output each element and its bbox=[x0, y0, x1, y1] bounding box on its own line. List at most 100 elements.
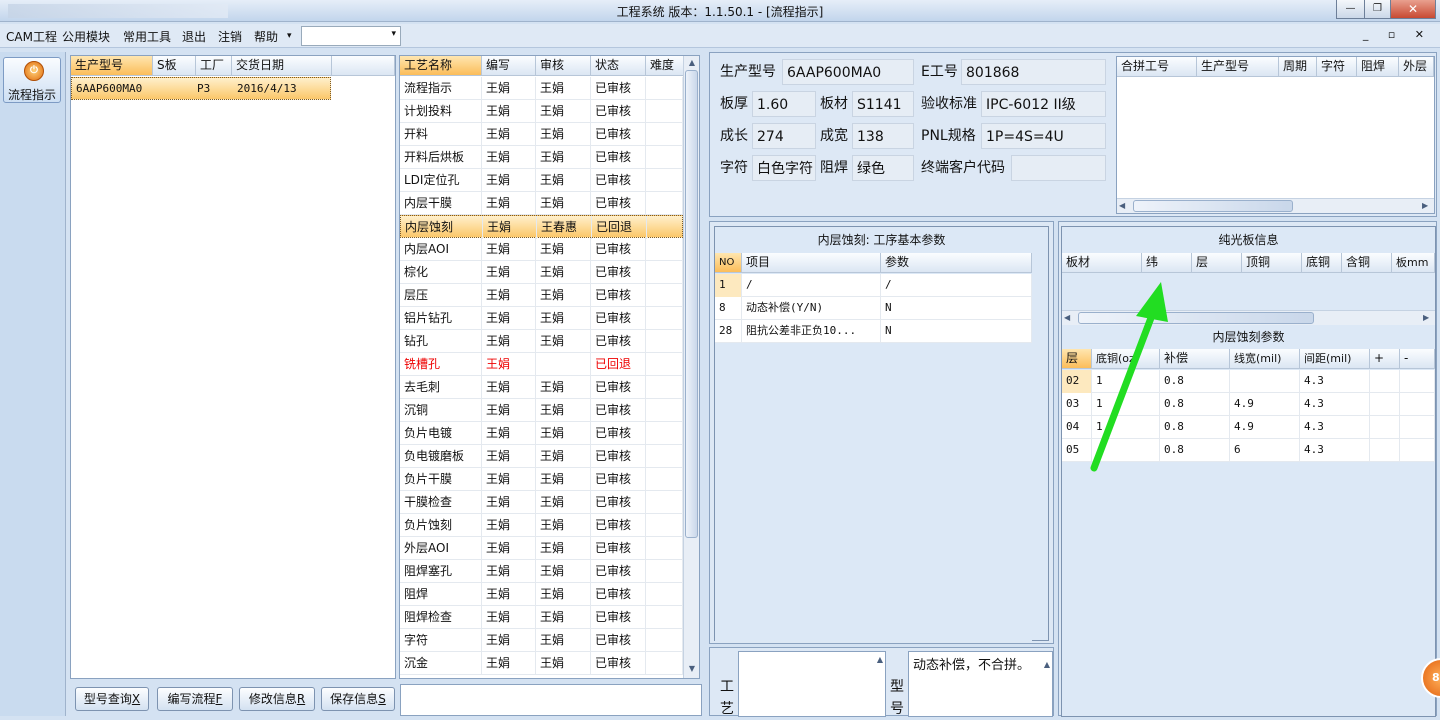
header-model[interactable]: 生产型号 bbox=[71, 56, 153, 76]
table-row[interactable]: 开料后烘板 王娟 王娟 已审核 bbox=[400, 146, 683, 169]
header-difficulty[interactable]: 难度 bbox=[646, 56, 684, 76]
nav-flow-button[interactable]: ⏻ 流程指示 bbox=[3, 57, 61, 103]
header-item[interactable]: 项目 bbox=[742, 253, 881, 273]
minimize-button[interactable]: — bbox=[1336, 0, 1365, 19]
header-layer[interactable]: 层 bbox=[1192, 253, 1242, 273]
header-no[interactable]: NO bbox=[715, 253, 742, 273]
header-etch-minus[interactable]: - bbox=[1400, 349, 1435, 369]
query-model-button[interactable]: 型号查询X bbox=[75, 687, 149, 711]
modify-info-button[interactable]: 修改信息R bbox=[239, 687, 315, 711]
table-row[interactable]: 6AAP600MA0 P3 2016/4/13 bbox=[71, 77, 331, 100]
field-model[interactable]: 6AAP600MA0 bbox=[782, 59, 914, 85]
edit-flow-button[interactable]: 编写流程F bbox=[157, 687, 233, 711]
table-row[interactable]: 字符 王娟 王娟 已审核 bbox=[400, 629, 683, 652]
header-date[interactable]: 交货日期 bbox=[232, 56, 332, 76]
header-reviewer[interactable]: 审核 bbox=[536, 56, 591, 76]
field-character[interactable]: 白色字符 bbox=[752, 155, 816, 181]
header-combine-outer[interactable]: 外层 bbox=[1399, 57, 1434, 77]
table-row[interactable]: 流程指示 王娟 王娟 已审核 bbox=[400, 77, 683, 100]
field-thickness[interactable]: 1.60 bbox=[752, 91, 816, 117]
table-row[interactable]: 内层AOI 王娟 王娟 已审核 bbox=[400, 238, 683, 261]
table-row[interactable]: 内层干膜 王娟 王娟 已审核 bbox=[400, 192, 683, 215]
header-s-board[interactable]: S板 bbox=[153, 56, 196, 76]
header-combine-no[interactable]: 合拼工号 bbox=[1117, 57, 1197, 77]
save-info-button[interactable]: 保存信息S bbox=[321, 687, 395, 711]
scroll-up-icon[interactable]: ▲ bbox=[877, 655, 883, 664]
scroll-down-icon[interactable]: ▼ bbox=[684, 664, 699, 673]
bottom-text-area[interactable] bbox=[400, 684, 702, 716]
menu-logout[interactable]: 注销 bbox=[218, 28, 242, 45]
table-row[interactable]: 铝片钻孔 王娟 王娟 已审核 bbox=[400, 307, 683, 330]
table-row[interactable]: 层压 王娟 王娟 已审核 bbox=[400, 284, 683, 307]
model-note-box[interactable]: 动态补偿，不合拼。 ▲ bbox=[908, 651, 1053, 717]
field-material[interactable]: S1141 bbox=[852, 91, 914, 117]
field-e-number[interactable]: 801868 bbox=[961, 59, 1106, 85]
scroll-up-icon[interactable]: ▲ bbox=[684, 58, 699, 67]
scroll-thumb[interactable] bbox=[685, 70, 698, 538]
header-combine-cycle[interactable]: 周期 bbox=[1279, 57, 1317, 77]
table-row[interactable]: LDI定位孔 王娟 王娟 已审核 bbox=[400, 169, 683, 192]
header-bottom-copper[interactable]: 底铜 bbox=[1302, 253, 1342, 273]
header-combine-mask[interactable]: 阻焊 bbox=[1357, 57, 1399, 77]
header-combine-model[interactable]: 生产型号 bbox=[1197, 57, 1279, 77]
nav-bar: ⏻ 流程指示 bbox=[0, 52, 66, 716]
mdi-window-controls[interactable]: _ ▫ ✕ bbox=[1363, 28, 1432, 41]
field-length[interactable]: 274 bbox=[752, 123, 816, 149]
table-row[interactable]: 阻焊塞孔 王娟 王娟 已审核 bbox=[400, 560, 683, 583]
field-customer-code[interactable] bbox=[1011, 155, 1106, 181]
scroll-thumb[interactable] bbox=[1133, 200, 1293, 212]
header-etch-space[interactable]: 间距(mil) bbox=[1300, 349, 1370, 369]
header-etch-width[interactable]: 线宽(mil) bbox=[1230, 349, 1300, 369]
table-row[interactable]: 负片电镀 王娟 王娟 已审核 bbox=[400, 422, 683, 445]
menu-dropdown-icon[interactable]: ▾ bbox=[287, 31, 292, 41]
header-param[interactable]: 参数 bbox=[881, 253, 1032, 273]
field-width[interactable]: 138 bbox=[852, 123, 914, 149]
header-writer[interactable]: 编写 bbox=[482, 56, 536, 76]
close-button[interactable]: ✕ bbox=[1390, 0, 1436, 19]
scroll-up-icon[interactable]: ▲ bbox=[1044, 655, 1050, 675]
table-row[interactable]: 负片干膜 王娟 王娟 已审核 bbox=[400, 468, 683, 491]
header-factory[interactable]: 工厂 bbox=[196, 56, 232, 76]
table-row[interactable]: 去毛刺 王娟 王娟 已审核 bbox=[400, 376, 683, 399]
table-row[interactable]: 内层蚀刻 王娟 王春惠 已回退 bbox=[400, 215, 684, 239]
combine-hscrollbar[interactable]: ◀ ▶ bbox=[1117, 198, 1434, 213]
table-row[interactable]: 干膜检查 王娟 王娟 已审核 bbox=[400, 491, 683, 514]
header-combine-char[interactable]: 字符 bbox=[1317, 57, 1357, 77]
field-pnl[interactable]: 1P=4S=4U bbox=[981, 123, 1106, 149]
scroll-right-icon[interactable]: ▶ bbox=[1422, 201, 1428, 210]
scroll-right-icon[interactable]: ▶ bbox=[1423, 313, 1429, 322]
menu-common-modules[interactable]: 公用模块 bbox=[62, 28, 110, 45]
table-row[interactable]: 棕化 王娟 王娟 已审核 bbox=[400, 261, 683, 284]
restore-button[interactable]: ❐ bbox=[1364, 0, 1391, 19]
menu-cam[interactable]: CAM工程 bbox=[6, 28, 57, 45]
table-row[interactable]: 沉铜 王娟 王娟 已审核 bbox=[400, 399, 683, 422]
table-row[interactable]: 计划投料 王娟 王娟 已审核 bbox=[400, 100, 683, 123]
header-status[interactable]: 状态 bbox=[591, 56, 646, 76]
table-row[interactable]: 负片蚀刻 王娟 王娟 已审核 bbox=[400, 514, 683, 537]
header-top-copper[interactable]: 顶铜 bbox=[1242, 253, 1302, 273]
field-standard[interactable]: IPC-6012 II级 bbox=[981, 91, 1106, 117]
table-row[interactable]: 开料 王娟 王娟 已审核 bbox=[400, 123, 683, 146]
table-row[interactable]: 28 阻抗公差非正负10... N bbox=[715, 320, 1032, 343]
table-row[interactable]: 钻孔 王娟 王娟 已审核 bbox=[400, 330, 683, 353]
menu-exit[interactable]: 退出 bbox=[182, 28, 206, 45]
table-row[interactable]: 沉金 王娟 王娟 已审核 bbox=[400, 652, 683, 675]
table-row[interactable]: 负电镀磨板 王娟 王娟 已审核 bbox=[400, 445, 683, 468]
scroll-left-icon[interactable]: ◀ bbox=[1119, 201, 1125, 210]
header-incl-copper[interactable]: 含铜 bbox=[1342, 253, 1392, 273]
table-row[interactable]: 阻焊 王娟 王娟 已审核 bbox=[400, 583, 683, 606]
craft-note-box[interactable]: ▲ bbox=[738, 651, 886, 717]
menu-help[interactable]: 帮助 bbox=[254, 28, 278, 45]
menu-combo-box[interactable]: ▾ bbox=[301, 26, 401, 46]
header-etch-plus[interactable]: + bbox=[1370, 349, 1400, 369]
table-row[interactable]: 外层AOI 王娟 王娟 已审核 bbox=[400, 537, 683, 560]
table-row[interactable]: 铣槽孔 王娟 已回退 bbox=[400, 353, 683, 376]
process-scrollbar[interactable]: ▲ ▼ bbox=[683, 56, 699, 678]
menu-tools[interactable]: 常用工具 bbox=[123, 28, 171, 45]
header-process-name[interactable]: 工艺名称 bbox=[400, 56, 482, 76]
table-row[interactable]: 1// bbox=[715, 274, 1032, 297]
table-row[interactable]: 8 动态补偿(Y/N) N bbox=[715, 297, 1032, 320]
field-solder-mask[interactable]: 绿色 bbox=[852, 155, 914, 181]
table-row[interactable]: 阻焊检查 王娟 王娟 已审核 bbox=[400, 606, 683, 629]
header-board-mm[interactable]: 板mm bbox=[1392, 253, 1435, 273]
